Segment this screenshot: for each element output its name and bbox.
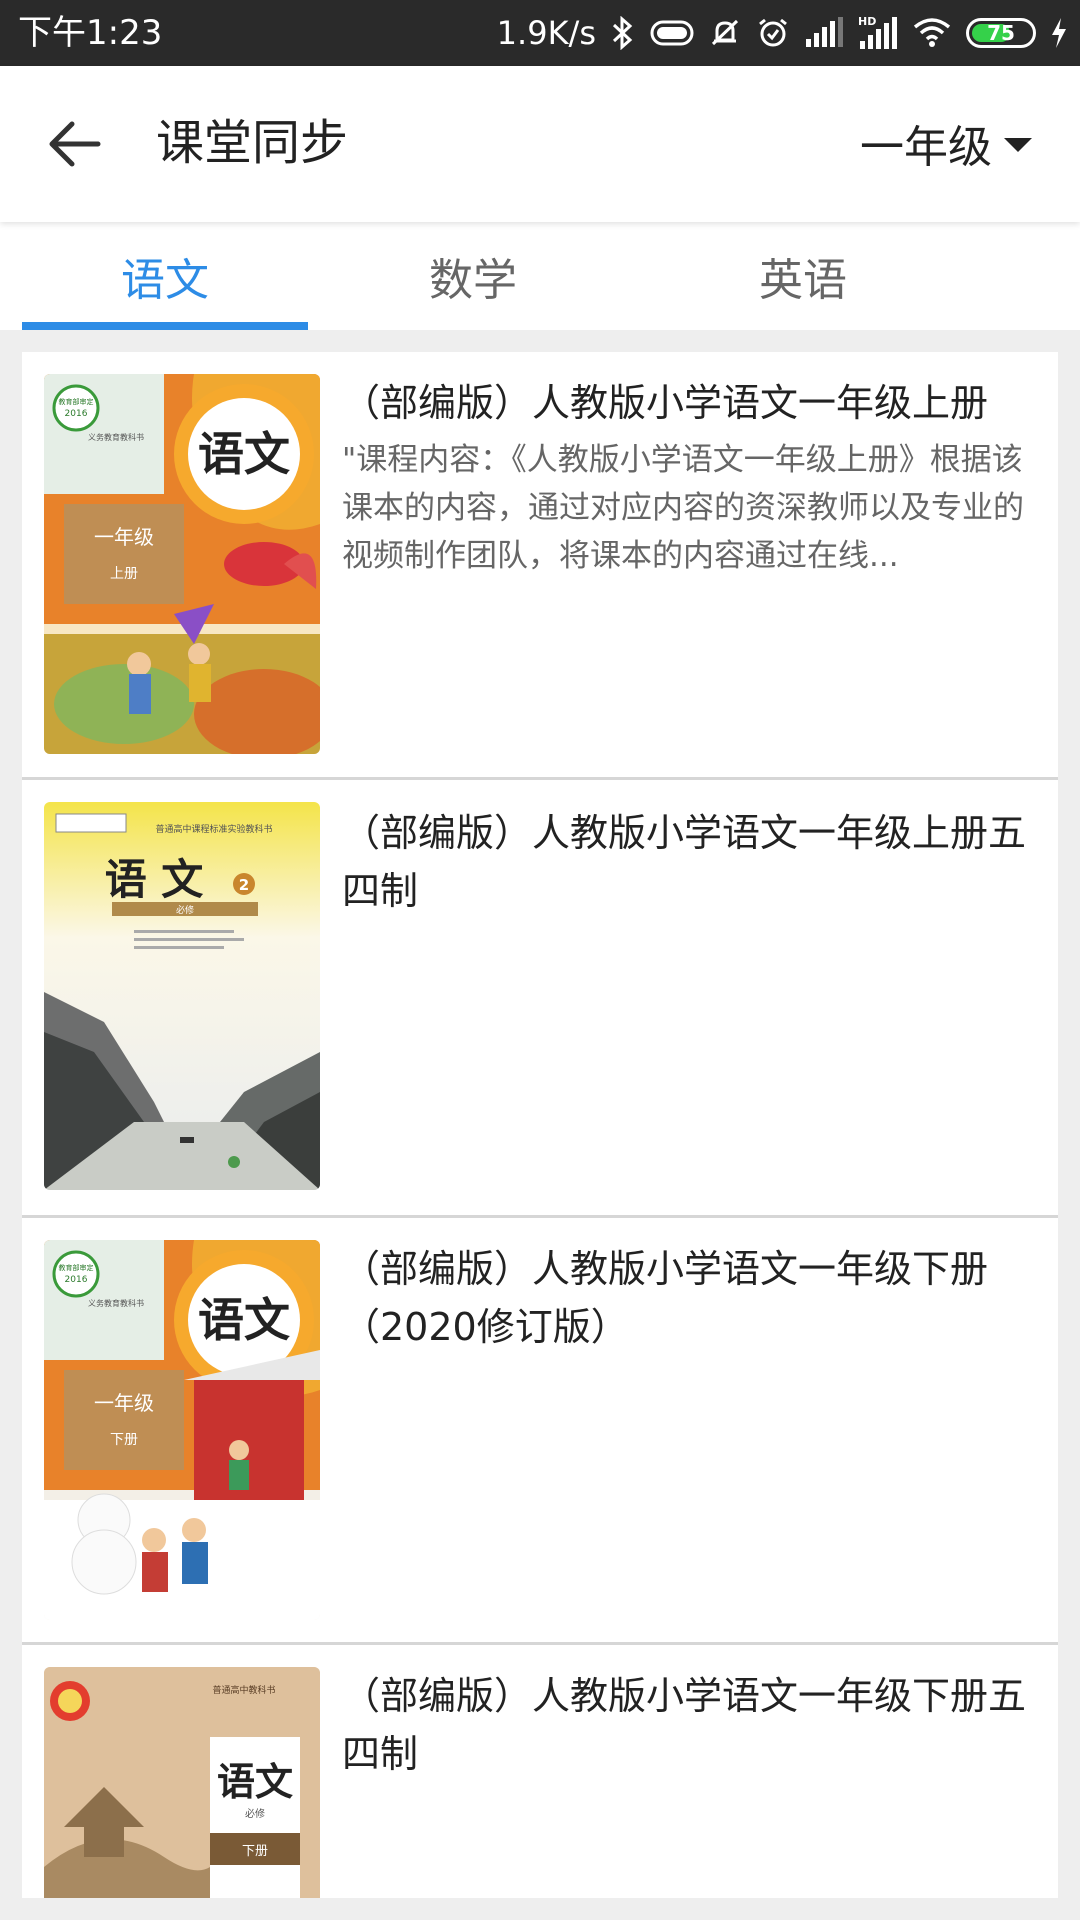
- alarm-icon: [756, 16, 790, 50]
- tab-math[interactable]: 数学: [308, 222, 638, 330]
- list-item[interactable]: 普通高中课程标准实验教科书 语 文 2 必修 （部编版）人教版小学语文一年级上册…: [22, 780, 1058, 1218]
- cover-volume: 下册: [110, 1432, 138, 1448]
- charging-icon: [1050, 17, 1068, 49]
- book-cover-image: 普通高中教科书 语文 必修 下册: [44, 1667, 320, 1898]
- book-cover-image: 教育部审定 2016 义务教育教科书 语文 一年级 下册: [44, 1240, 320, 1620]
- book-description: "课程内容：《人教版小学语文一年级上册》根据该课本的内容，通过对应内容的资深教师…: [342, 442, 1024, 574]
- list-item[interactable]: 普通高中教科书 语文 必修 下册 （部编版）人教版小学语文一年级下册五四制: [22, 1645, 1058, 1898]
- battery-icon: 75: [966, 18, 1036, 48]
- cover-series: 义务教育教科书: [88, 432, 144, 442]
- status-icons: 1.9K/s HD 75: [497, 10, 1068, 56]
- cover-badge-top: 教育部审定: [59, 397, 94, 406]
- cover-subject: 语 文: [105, 855, 204, 904]
- cover-badge: 2016: [65, 1275, 88, 1285]
- mute-bell-icon: [708, 16, 742, 50]
- cover-volume: 上册: [110, 566, 138, 582]
- book-title: （部编版）人教版小学语文一年级下册五四制: [342, 1674, 1027, 1776]
- book-title: （部编版）人教版小学语文一年级上册: [342, 381, 989, 425]
- hd-signal-icon: HD: [858, 15, 898, 51]
- wifi-icon: [912, 17, 952, 49]
- bluetooth-icon: [610, 16, 636, 50]
- cover-subject: 语文: [217, 1759, 293, 1804]
- page-title: 课堂同步: [156, 115, 349, 171]
- caret-down-icon: [1004, 138, 1032, 152]
- list-item[interactable]: 教育部审定 2016 义务教育教科书 语文 一年级 下册 （部编版）人教版小学语…: [22, 1218, 1058, 1645]
- book-title: （部编版）人教版小学语文一年级上册五四制: [342, 811, 1027, 913]
- back-button[interactable]: [40, 112, 110, 176]
- subject-tabs: 语文 数学 英语: [0, 222, 1080, 330]
- cover-grade: 一年级: [94, 1391, 154, 1415]
- grade-dropdown[interactable]: 一年级: [860, 110, 1032, 176]
- app-bar: 课堂同步 一年级: [0, 66, 1080, 222]
- cover-subject: 语文: [198, 1293, 290, 1347]
- cover-note: 必修: [176, 904, 194, 916]
- tab-english[interactable]: 英语: [638, 222, 968, 330]
- cover-series: 普通高中教科书: [212, 1684, 275, 1696]
- cover-badge-top: 教育部审定: [59, 1263, 94, 1272]
- status-time: 下午1:23: [18, 13, 163, 53]
- cover-grade: 一年级: [94, 525, 154, 549]
- cover-badge: 2016: [65, 409, 88, 419]
- book-cover-image: 教育部审定 2016 义务教育教科书 语文 一年级 上册: [44, 374, 320, 754]
- arrow-left-icon: [49, 121, 101, 167]
- status-bar: 下午1:23 1.9K/s HD 75: [0, 0, 1080, 66]
- book-title: （部编版）人教版小学语文一年级下册（2020修订版）: [342, 1247, 989, 1349]
- book-list: 教育部审定 2016 义务教育教科书 语文 一年级 上册 （部编版）人教版小学语…: [22, 352, 1058, 1898]
- cover-series: 普通高中课程标准实验教科书: [155, 823, 272, 835]
- cover-series: 义务教育教科书: [88, 1298, 144, 1308]
- cover-volume-number: 2: [239, 876, 249, 894]
- svg-text:HD: HD: [858, 15, 876, 28]
- signal-icon: [804, 17, 844, 49]
- network-speed: 1.9K/s: [496, 14, 596, 52]
- book-cover-image: 普通高中课程标准实验教科书 语 文 2 必修: [44, 802, 320, 1190]
- toggle-icon: [650, 19, 694, 47]
- cover-subject: 语文: [198, 427, 290, 481]
- battery-level: 75: [987, 21, 1015, 45]
- tab-chinese[interactable]: 语文: [22, 222, 308, 330]
- cover-volume: 下册: [242, 1844, 268, 1859]
- cover-note: 必修: [245, 1807, 265, 1820]
- grade-label: 一年级: [860, 122, 992, 173]
- list-item[interactable]: 教育部审定 2016 义务教育教科书 语文 一年级 上册 （部编版）人教版小学语…: [22, 352, 1058, 780]
